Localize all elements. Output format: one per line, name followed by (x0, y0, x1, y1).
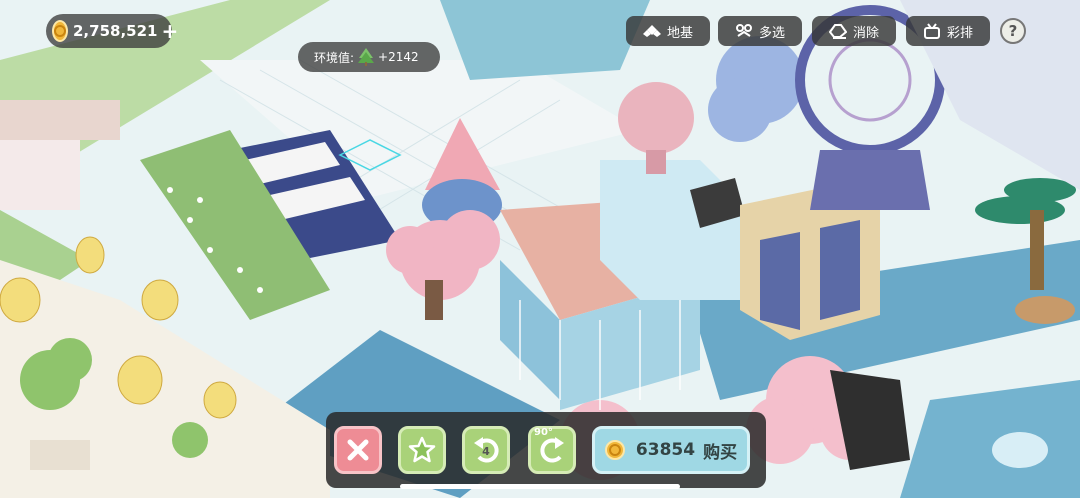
buy-button[interactable]: 63854 购买 (592, 426, 750, 474)
undo-button[interactable]: 4 (462, 426, 510, 474)
eraser-icon (828, 24, 847, 39)
add-coins-button[interactable]: + (161, 21, 178, 41)
env-amount: +2142 (378, 50, 419, 64)
help-icon[interactable]: ? (1000, 18, 1026, 44)
multiselect-label: 多选 (758, 25, 785, 41)
multiselect-icon (735, 24, 752, 37)
foundation-button[interactable]: 地基 (626, 16, 710, 46)
placement-action-bar: 4 90° 63854 购买 (326, 412, 766, 488)
rotate-button[interactable]: 90° (528, 426, 576, 474)
tree-icon (358, 48, 375, 66)
rehearse-label: 彩排 (946, 25, 973, 41)
erase-label: 消除 (852, 25, 879, 41)
coin-balance[interactable]: 2,758,521 + (46, 14, 178, 48)
coin-icon (52, 20, 68, 42)
env-label: 环境值: (314, 50, 355, 65)
star-icon (408, 436, 436, 463)
foundation-icon (642, 25, 661, 37)
cancel-button[interactable] (334, 426, 382, 474)
coin-amount: 2,758,521 (73, 22, 158, 40)
foundation-label: 地基 (666, 25, 693, 41)
close-icon (347, 439, 369, 461)
environment-value: 环境值: +2142 (298, 42, 440, 72)
store-button[interactable] (398, 426, 446, 474)
price: 63854 (635, 440, 696, 460)
rotate-icon (540, 437, 564, 463)
buy-label: 购买 (703, 442, 738, 463)
undo-count: 4 (482, 445, 490, 458)
rehearse-button[interactable]: 彩排 (906, 16, 990, 46)
erase-button[interactable]: 消除 (812, 16, 896, 46)
rehearse-icon (923, 23, 940, 39)
multiselect-button[interactable]: 多选 (718, 16, 802, 46)
home-indicator[interactable] (400, 484, 680, 489)
coin-icon (604, 440, 625, 460)
